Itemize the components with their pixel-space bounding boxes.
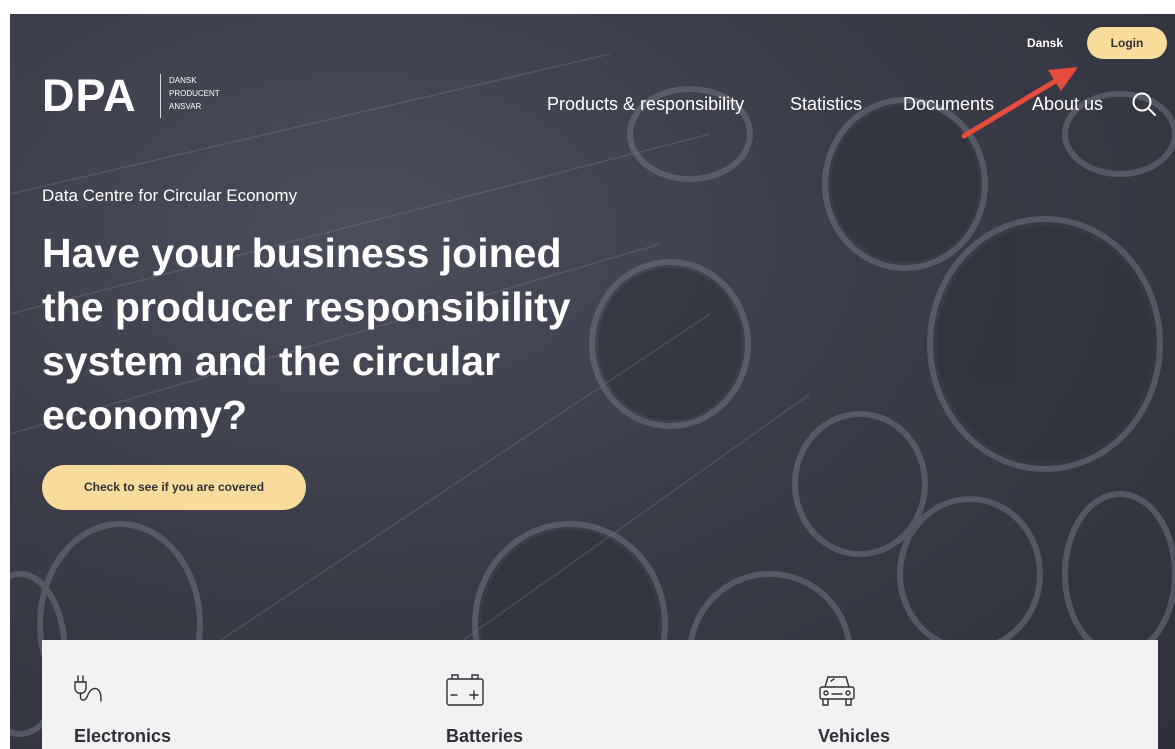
product-categories: Electronics Batteries Vehicles: [42, 640, 1158, 749]
nav-item-about-us[interactable]: About us: [1032, 94, 1103, 115]
category-card-batteries[interactable]: Batteries: [414, 640, 784, 749]
category-card-vehicles[interactable]: Vehicles: [786, 640, 1156, 749]
category-label: Vehicles: [818, 726, 891, 746]
category-label: Electronics: [74, 726, 172, 746]
nav-item-statistics[interactable]: Statistics: [790, 94, 862, 115]
logo-mark: DPA: [42, 70, 137, 121]
logo-divider: [160, 74, 161, 118]
language-switch-link[interactable]: Dansk: [1027, 36, 1063, 50]
check-coverage-button[interactable]: Check to see if you are covered: [42, 465, 306, 510]
search-icon[interactable]: [1131, 91, 1157, 117]
category-label: Batteries: [446, 726, 524, 746]
logo-subtitle-line-3: ANSVAR: [169, 102, 202, 111]
nav-item-documents[interactable]: Documents: [903, 94, 994, 115]
battery-icon: [446, 674, 484, 706]
category-card-electronics[interactable]: Electronics: [42, 640, 412, 749]
plug-icon: [74, 675, 102, 702]
logo-subtitle: DANSK PRODUCENT ANSVAR: [169, 74, 220, 113]
hero-headline: Have your business joined the producer r…: [42, 230, 571, 438]
hero-section: Dansk Login DPA DANSK PRODUCENT ANSVAR P…: [10, 14, 1175, 749]
hero-eyebrow: Data Centre for Circular Economy: [42, 186, 298, 205]
login-button[interactable]: Login: [1087, 27, 1167, 59]
nav-item-products-responsibility[interactable]: Products & responsibility: [547, 94, 744, 115]
logo-subtitle-line-2: PRODUCENT: [169, 89, 220, 98]
car-icon: [819, 676, 855, 706]
logo-subtitle-line-1: DANSK: [169, 76, 197, 85]
